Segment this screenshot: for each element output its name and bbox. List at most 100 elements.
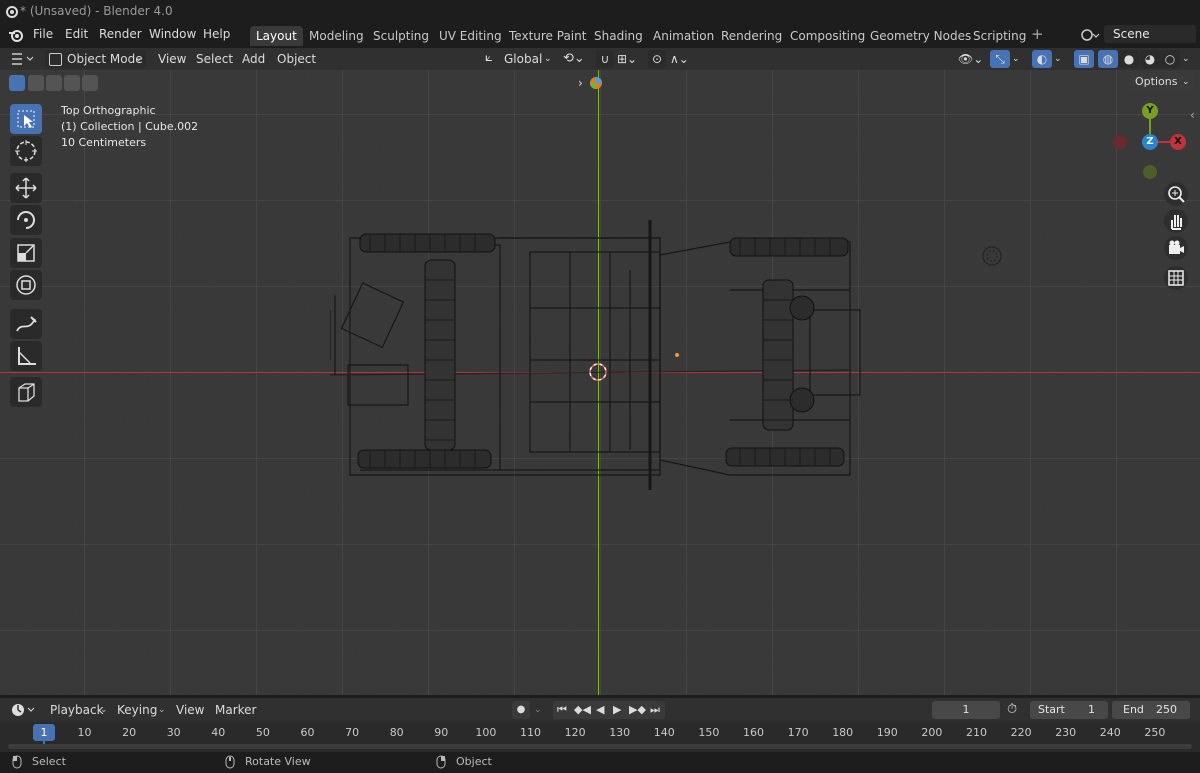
playhead[interactable]: 1	[33, 724, 55, 741]
start-frame-field[interactable]: Start 1	[1030, 701, 1108, 719]
jump-end-icon[interactable]: ⏭	[650, 701, 660, 719]
frame-tick: 170	[787, 726, 809, 739]
sidebar-toggle-icon[interactable]: ‹	[1190, 108, 1195, 122]
timeline-view-menu[interactable]: View	[176, 701, 204, 719]
options-dropdown[interactable]: Options ⌄	[1128, 73, 1194, 91]
timeline-body[interactable]: 1 10 20 30 40 50 60 70 80 90 100 110 120 130 140 150 16…	[0, 722, 1200, 752]
scale-tool[interactable]	[10, 238, 42, 268]
tab-scripting[interactable]: Scripting	[967, 26, 1032, 46]
status-object: Object	[456, 755, 492, 768]
tab-shading[interactable]: Shading	[588, 26, 649, 46]
tab-rendering[interactable]: Rendering	[715, 26, 788, 46]
timeline-marker-menu[interactable]: Marker	[215, 701, 256, 719]
cursor-tool[interactable]	[10, 136, 42, 166]
select-subtract-icon[interactable]	[46, 75, 62, 91]
falloff-icon[interactable]: ∧⌄	[670, 50, 689, 68]
next-keyframe-icon[interactable]: ▶◆	[629, 701, 646, 719]
chevron-down-icon[interactable]: ⌄	[534, 701, 542, 719]
snap-target-icon[interactable]: ⊞⌄	[617, 50, 637, 68]
chevron-down-icon[interactable]: ⌄	[1012, 50, 1020, 68]
sidebar-expand-icon[interactable]: ›	[578, 76, 583, 90]
add-workspace-icon[interactable]: +	[1031, 25, 1044, 43]
chevron-down-icon: ⌄	[135, 54, 143, 64]
tab-uv-editing[interactable]: UV Editing	[433, 26, 508, 46]
selection-mode-group	[9, 75, 99, 91]
tab-sculpting[interactable]: Sculpting	[367, 26, 435, 46]
stopwatch-icon[interactable]: ⏱	[1007, 701, 1017, 719]
orientation-axes-icon: ⟀	[485, 50, 493, 65]
3d-cursor[interactable]	[587, 361, 609, 383]
scene-selector-icon[interactable]	[1080, 26, 1100, 44]
tab-texture-paint[interactable]: Texture Paint	[503, 26, 592, 46]
chevron-down-icon[interactable]: ⌄	[1182, 50, 1190, 68]
annotate-tool[interactable]	[10, 309, 42, 339]
play-reverse-icon[interactable]: ◀	[596, 701, 604, 719]
menu-file[interactable]: File	[33, 27, 53, 41]
scene-field[interactable]: Scene	[1104, 25, 1196, 43]
menu-object[interactable]: Object	[277, 50, 316, 68]
solid-shading-icon[interactable]: ●	[1119, 50, 1139, 68]
gizmo-y-axis[interactable]: Y	[1142, 103, 1158, 119]
gizmo-toggle-icon[interactable]: ⤡	[990, 50, 1010, 68]
select-box-tool[interactable]	[10, 104, 42, 134]
transform-tool[interactable]	[10, 270, 42, 300]
visibility-icon[interactable]: 👁⌄	[958, 50, 983, 68]
timeline-scrollbar[interactable]	[8, 744, 1192, 749]
overlays-icon[interactable]: ◐	[1032, 50, 1052, 68]
play-icon[interactable]: ▶	[613, 701, 621, 719]
orientation-label: Global	[504, 52, 543, 66]
rotate-tool[interactable]	[10, 205, 42, 235]
menu-help[interactable]: Help	[203, 27, 230, 41]
timeline-playback-menu[interactable]: Playback	[50, 701, 104, 719]
editor-type-icon[interactable]	[10, 51, 36, 67]
menu-view[interactable]: View	[158, 50, 186, 68]
gizmo-z-axis[interactable]: Z	[1142, 134, 1158, 150]
chevron-down-icon[interactable]: ⌄	[1054, 50, 1062, 68]
menu-render[interactable]: Render	[99, 27, 142, 41]
transform-orientation-dropdown[interactable]: ⟀ Global ⌄	[482, 50, 554, 68]
gizmo-x-axis[interactable]: X	[1170, 134, 1186, 150]
frame-tick: 190	[876, 726, 898, 739]
timeline-editor-icon[interactable]	[10, 702, 38, 718]
snap-icon[interactable]: ∪	[596, 50, 614, 68]
timeline-keying-menu[interactable]: Keying	[117, 701, 157, 719]
record-icon[interactable]: ●	[512, 701, 530, 719]
select-extend-icon[interactable]	[28, 75, 44, 91]
menu-add[interactable]: Add	[242, 50, 265, 68]
tab-geometry-nodes[interactable]: Geometry Nodes	[864, 26, 977, 46]
grid-scale: 10 Centimeters	[61, 136, 147, 149]
zoom-icon[interactable]	[1164, 182, 1188, 206]
scene-name: Scene	[1113, 27, 1150, 41]
move-tool[interactable]	[10, 173, 42, 203]
material-shading-icon[interactable]: ◕	[1140, 50, 1160, 68]
xray-toggle-icon[interactable]: ▣	[1074, 50, 1094, 68]
proportional-editing-icon[interactable]: ⊙	[648, 50, 666, 68]
light-object-icon[interactable]	[980, 244, 1004, 268]
3d-viewport[interactable]: Top Orthographic (1) Collection | Cube.0…	[0, 70, 1200, 695]
select-new-icon[interactable]	[9, 75, 25, 91]
select-invert-icon[interactable]	[64, 75, 80, 91]
end-frame-field[interactable]: End 250	[1112, 701, 1190, 719]
jump-start-icon[interactable]: ⏮	[557, 701, 567, 719]
mode-dropdown[interactable]: Object Mode ⌄	[45, 50, 146, 68]
wireframe-shading-icon[interactable]: ◍	[1098, 50, 1118, 68]
pan-hand-icon[interactable]	[1164, 209, 1188, 233]
add-cube-tool[interactable]	[10, 377, 42, 407]
menu-window[interactable]: Window	[149, 27, 196, 41]
select-intersect-icon[interactable]	[82, 75, 98, 91]
camera-view-icon[interactable]	[1164, 236, 1188, 260]
prev-keyframe-icon[interactable]: ◆◀	[574, 701, 591, 719]
tab-animation[interactable]: Animation	[647, 26, 720, 46]
tab-compositing[interactable]: Compositing	[784, 26, 871, 46]
tab-modeling[interactable]: Modeling	[303, 26, 370, 46]
vehicle-wireframe-model[interactable]	[330, 220, 865, 495]
menu-edit[interactable]: Edit	[65, 27, 88, 41]
menu-select[interactable]: Select	[196, 50, 233, 68]
tab-layout[interactable]: Layout	[250, 26, 303, 46]
pivot-point-icon[interactable]: ⟲⌄	[563, 50, 585, 68]
current-frame-field[interactable]: 1	[932, 701, 1000, 719]
blender-menu-icon[interactable]	[8, 27, 24, 43]
rendered-shading-icon[interactable]: ○	[1160, 50, 1180, 68]
ortho-grid-icon[interactable]	[1164, 266, 1188, 290]
measure-tool[interactable]	[10, 341, 42, 371]
